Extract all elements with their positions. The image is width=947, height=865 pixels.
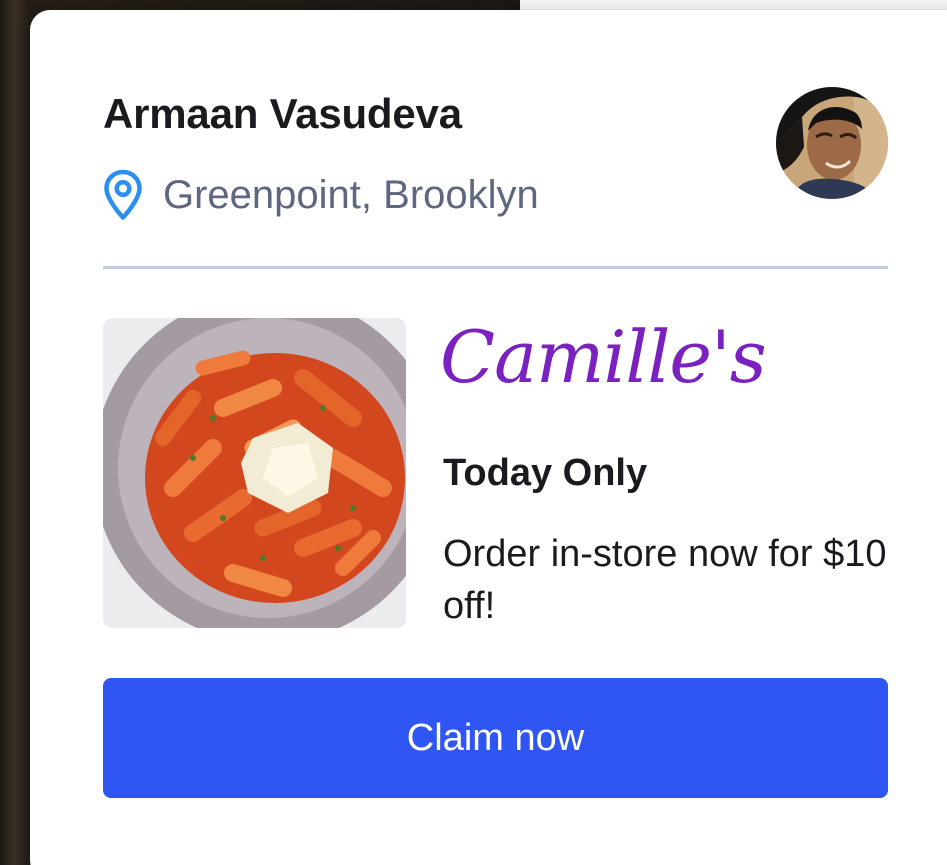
location-pin-icon [104, 169, 142, 220]
location-text: Greenpoint, Brooklyn [163, 172, 539, 217]
offer-title: Today Only [443, 452, 648, 494]
offer-description: Order in-store now for $10 off! [443, 533, 887, 627]
restaurant-name: Camille's [440, 315, 767, 399]
divider [103, 266, 888, 269]
user-name: Armaan Vasudeva [103, 90, 462, 137]
user-location: Greenpoint, Brooklyn [103, 165, 539, 225]
food-image [103, 318, 406, 628]
claim-now-button[interactable]: Claim now [103, 678, 888, 798]
penne-pasta-photo-icon [103, 318, 406, 628]
avatar[interactable] [776, 87, 888, 199]
offer-card: Armaan Vasudeva Greenpoint, Brooklyn Cam… [30, 10, 947, 865]
avatar-photo-icon [776, 87, 888, 199]
